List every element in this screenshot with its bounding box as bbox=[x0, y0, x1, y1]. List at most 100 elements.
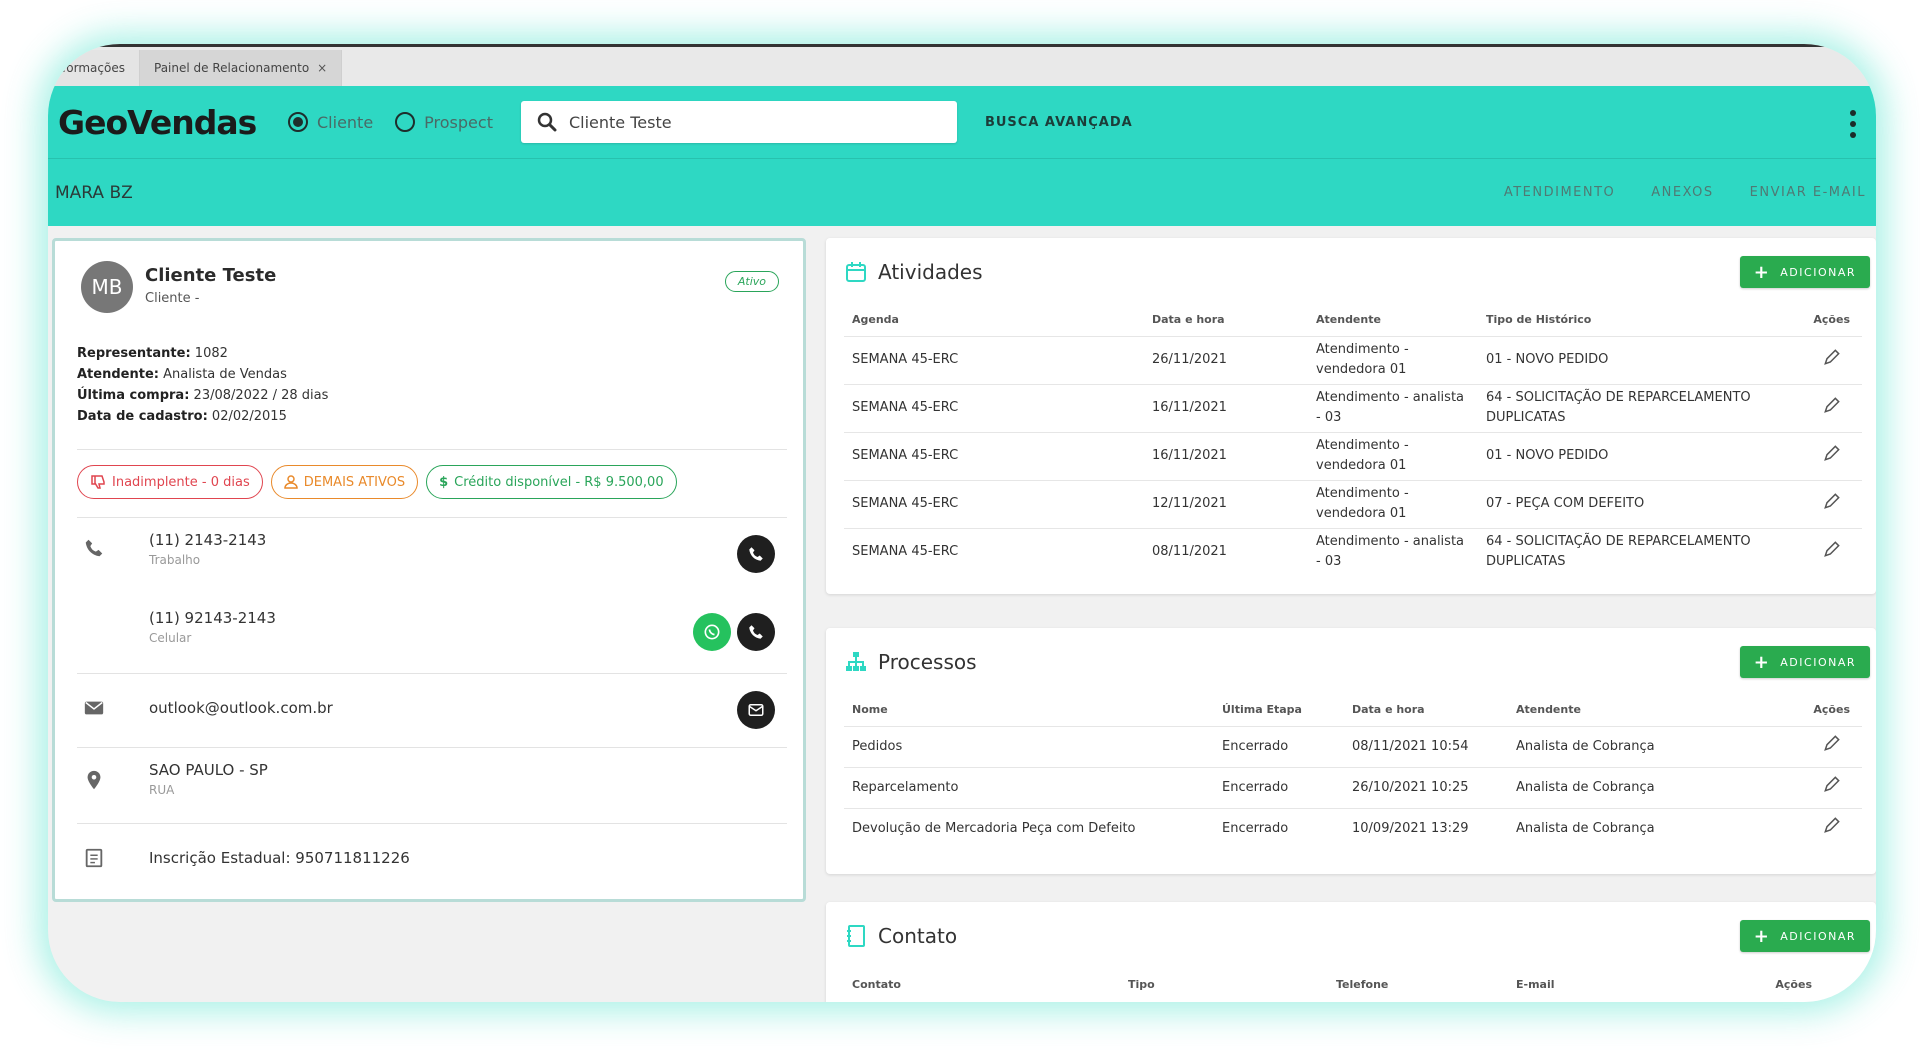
anexos-button[interactable]: ANEXOS bbox=[1651, 185, 1713, 200]
info-representante: Representante: 1082 bbox=[77, 346, 228, 361]
panel-title: Processos bbox=[878, 650, 977, 674]
pencil-icon[interactable] bbox=[1822, 491, 1842, 511]
address-street: RUA bbox=[149, 783, 175, 797]
client-info: Representante: 1082 Atendente: Analista … bbox=[77, 343, 328, 427]
add-contato-button[interactable]: + ADICIONAR bbox=[1739, 920, 1870, 952]
pencil-icon[interactable] bbox=[1822, 443, 1842, 463]
panel-title: Contato bbox=[878, 924, 958, 948]
column-header: Tipo de Histórico bbox=[1486, 313, 1592, 327]
plus-icon: + bbox=[1753, 925, 1771, 947]
radio-prospect[interactable]: Prospect bbox=[395, 112, 493, 132]
tab-label: Informações bbox=[50, 61, 125, 75]
radio-label: Cliente bbox=[317, 112, 374, 132]
column-header: Contato bbox=[852, 977, 901, 991]
column-header: Data e hora bbox=[1152, 313, 1225, 327]
search-input[interactable] bbox=[568, 112, 929, 132]
table-row: SEMANA 45-ERC 08/11/2021 Atendimento - a… bbox=[844, 527, 1862, 576]
add-atividade-button[interactable]: + ADICIONAR bbox=[1739, 256, 1870, 288]
add-processo-button[interactable]: + ADICIONAR bbox=[1739, 646, 1870, 678]
email-address: outlook@outlook.com.br bbox=[149, 699, 333, 717]
atividades-table: Agenda Data e hora Atendente Tipo de His… bbox=[844, 304, 1862, 576]
header-actions: ATENDIMENTO ANEXOS ENVIAR E-MAIL bbox=[1504, 185, 1866, 200]
pencil-icon[interactable] bbox=[1822, 815, 1842, 835]
client-type: Cliente - bbox=[145, 291, 200, 306]
table-header: Nome Última Etapa Data e hora Atendente … bbox=[844, 694, 1862, 726]
contato-table: Contato Tipo Telefone E-mail Ações bbox=[844, 968, 1862, 1000]
table-row: SEMANA 45-ERC 16/11/2021 Atendimento - a… bbox=[844, 383, 1862, 432]
contato-panel: Contato + ADICIONAR Contato Tipo Telefon… bbox=[826, 902, 1876, 1002]
table-header: Agenda Data e hora Atendente Tipo de His… bbox=[844, 304, 1862, 336]
column-header: Última Etapa bbox=[1222, 703, 1302, 717]
tab-painel-relacionamento[interactable]: Painel de Relacionamento × bbox=[140, 50, 343, 86]
phone-number: (11) 2143-2143 bbox=[149, 531, 267, 549]
atendimento-button[interactable]: ATENDIMENTO bbox=[1504, 185, 1615, 200]
phone-row-mobile: (11) 92143-2143 Celular bbox=[77, 609, 787, 669]
table-row: SEMANA 45-ERC 16/11/2021 Atendimento - v… bbox=[844, 431, 1862, 480]
document-icon bbox=[85, 848, 103, 868]
column-header: Agenda bbox=[852, 313, 899, 327]
phone-icon bbox=[749, 547, 763, 561]
inadimplente-chip[interactable]: Inadimplente - 0 dias bbox=[77, 465, 263, 499]
send-email-button[interactable]: ENVIAR E-MAIL bbox=[1750, 185, 1866, 200]
column-header: Ações bbox=[1813, 313, 1850, 327]
radio-label: Prospect bbox=[424, 112, 493, 132]
column-header: Ações bbox=[1813, 703, 1850, 717]
processos-panel: Processos + ADICIONAR Nome Última Etapa … bbox=[826, 628, 1876, 874]
ie-row: Inscrição Estadual: 950711811226 bbox=[77, 837, 787, 877]
client-name: Cliente Teste bbox=[145, 265, 277, 286]
address-row: SAO PAULO - SP RUA bbox=[77, 759, 787, 809]
tab-strip: Informações Painel de Relacionamento × bbox=[48, 44, 1876, 86]
call-button[interactable] bbox=[737, 613, 775, 651]
status-badge: Ativo bbox=[724, 271, 779, 292]
user-name: MARA BZ bbox=[55, 182, 133, 203]
send-email-button[interactable] bbox=[737, 691, 775, 729]
divider bbox=[77, 449, 787, 450]
address-city: SAO PAULO - SP bbox=[149, 761, 268, 779]
pencil-icon[interactable] bbox=[1822, 539, 1842, 559]
table-row: Pedidos Encerrado 08/11/2021 10:54 Anali… bbox=[844, 725, 1862, 767]
phone-icon bbox=[85, 539, 103, 557]
dollar-icon: $ bbox=[439, 474, 449, 490]
contact-book-icon bbox=[847, 925, 865, 947]
plus-icon: + bbox=[1753, 261, 1771, 283]
radio-cliente[interactable]: Cliente bbox=[288, 112, 373, 132]
tab-label: Painel de Relacionamento bbox=[154, 61, 310, 75]
client-header-bar: MARA BZ ATENDIMENTO ANEXOS ENVIAR E-MAIL bbox=[48, 158, 1876, 226]
info-atendente: Atendente: Analista de Vendas bbox=[77, 367, 287, 382]
divider bbox=[77, 747, 787, 748]
pencil-icon[interactable] bbox=[1822, 733, 1842, 753]
advanced-search-button[interactable]: BUSCA AVANÇADA bbox=[985, 115, 1133, 130]
pencil-icon[interactable] bbox=[1822, 347, 1842, 367]
app-logo: GeoVendas bbox=[58, 102, 257, 142]
tab-informacoes[interactable]: Informações bbox=[48, 50, 140, 86]
divider bbox=[77, 823, 787, 824]
app-window: Informações Painel de Relacionamento × G… bbox=[48, 44, 1876, 1002]
mail-icon bbox=[748, 704, 764, 716]
column-header: Atendente bbox=[1316, 313, 1381, 327]
avatar: MB bbox=[81, 261, 133, 313]
whatsapp-button[interactable] bbox=[693, 613, 731, 651]
phone-label: Trabalho bbox=[149, 553, 201, 567]
panel-title: Atividades bbox=[878, 260, 983, 284]
radio-checked-icon bbox=[288, 112, 308, 132]
thumbs-down-icon bbox=[91, 475, 105, 489]
demais-ativos-chip[interactable]: DEMAIS ATIVOS bbox=[270, 465, 419, 499]
search-icon bbox=[537, 112, 557, 132]
close-icon[interactable]: × bbox=[317, 61, 327, 75]
credito-chip[interactable]: $ Crédito disponível - R$ 9.500,00 bbox=[426, 465, 677, 499]
pencil-icon[interactable] bbox=[1822, 774, 1842, 794]
info-data-cadastro: Data de cadastro: 02/02/2015 bbox=[77, 409, 287, 424]
person-icon bbox=[283, 475, 298, 489]
radio-unchecked-icon bbox=[395, 112, 416, 132]
phone-number: (11) 92143-2143 bbox=[149, 609, 276, 627]
call-button[interactable] bbox=[737, 535, 775, 573]
divider bbox=[77, 673, 787, 674]
sitemap-icon bbox=[846, 652, 866, 671]
pencil-icon[interactable] bbox=[1822, 395, 1842, 415]
table-row: Devolução de Mercadoria Peça com Defeito… bbox=[844, 807, 1862, 849]
kebab-menu-icon[interactable] bbox=[1850, 110, 1858, 138]
column-header: Ações bbox=[1775, 977, 1812, 991]
table-header: Contato Tipo Telefone E-mail Ações bbox=[844, 968, 1862, 1000]
table-row: SEMANA 45-ERC 26/11/2021 Atendimento - v… bbox=[844, 335, 1862, 384]
column-header: Data e hora bbox=[1352, 703, 1425, 717]
